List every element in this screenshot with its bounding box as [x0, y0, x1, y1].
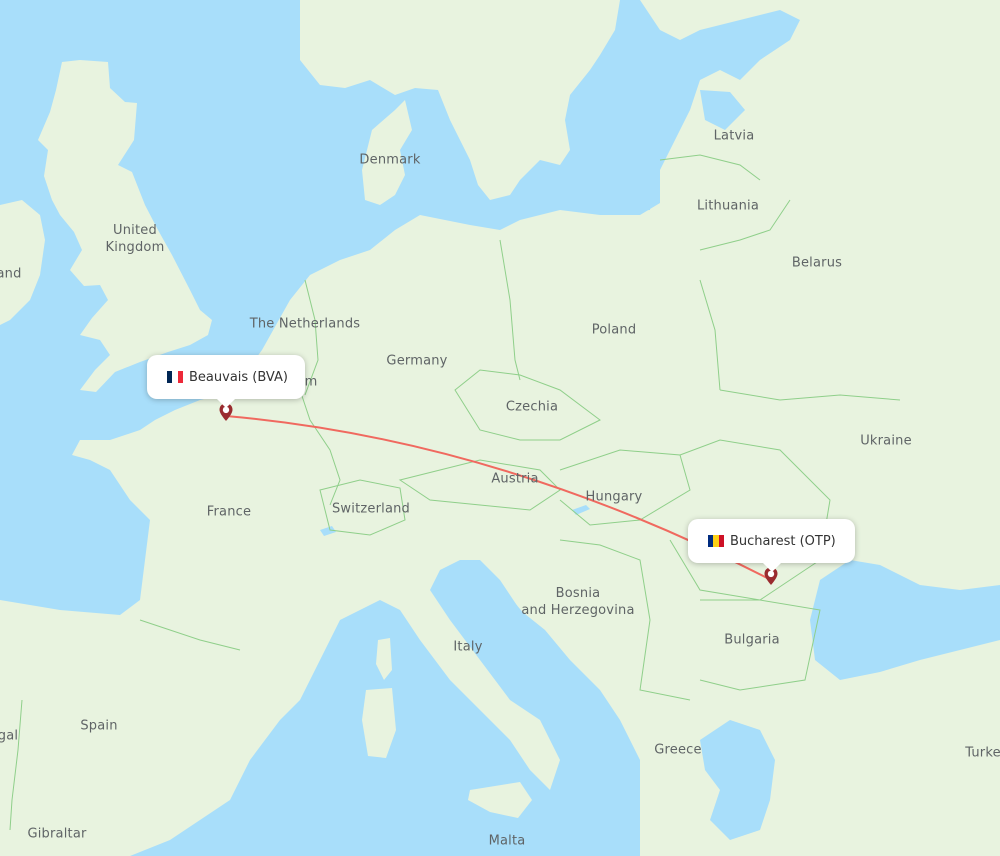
label-text: Switzerland: [331, 501, 411, 517]
country-label-czechia: Czechia: [506, 399, 558, 416]
country-label-denmark: Denmark: [359, 152, 420, 169]
country-label-bulgaria: Bulgaria: [724, 632, 780, 649]
label-text: Bulgaria: [724, 632, 780, 648]
country-label-lithuania: Lithuania: [697, 198, 759, 215]
country-label-the-netherlands: The Netherlands: [250, 316, 361, 333]
label-text: France: [206, 504, 252, 520]
label-text: Spain: [80, 718, 118, 734]
country-label-hungary: Hungary: [586, 489, 643, 506]
country-label-belarus: Belarus: [792, 255, 842, 272]
country-label-italy: Italy: [453, 639, 482, 656]
label-text: Denmark: [359, 152, 421, 168]
country-label-belgium: m: [305, 374, 318, 391]
label-text: Turke: [965, 745, 1000, 761]
country-label-united-kingdom: United Kingdom: [106, 222, 165, 256]
label-text: Poland: [591, 322, 637, 338]
label-text: Czechia: [505, 399, 559, 415]
country-label-poland: Poland: [592, 322, 637, 339]
country-label-austria: Austria: [491, 471, 538, 488]
country-label-portugal: gal: [0, 728, 18, 745]
label-text: Bosnia and Herzegovina: [521, 586, 635, 618]
country-label-latvia: Latvia: [714, 128, 755, 145]
country-label-spain: Spain: [80, 718, 117, 735]
label-text: Hungary: [585, 489, 643, 505]
label-text: Germany: [386, 353, 448, 369]
romania-flag-icon: [708, 535, 724, 547]
country-label-bosnia-and-herzegovina: Bosnia and Herzegovina: [521, 585, 634, 619]
country-label-germany: Germany: [386, 353, 447, 370]
label-text: Ukraine: [860, 433, 912, 449]
country-label-malta: Malta: [489, 833, 526, 850]
label-text: Latvia: [713, 128, 755, 144]
label-text: m: [304, 374, 318, 390]
destination-airport-label: Bucharest (OTP): [730, 533, 836, 549]
label-text: The Netherlands: [249, 316, 361, 332]
country-label-gibraltar: Gibraltar: [27, 826, 86, 843]
origin-airport-label: Beauvais (BVA): [189, 369, 288, 385]
country-label-france: France: [207, 504, 251, 521]
label-text: Greece: [654, 742, 702, 758]
destination-airport-callout[interactable]: Bucharest (OTP): [688, 519, 855, 572]
label-text: Gibraltar: [27, 826, 87, 842]
country-label-turkey: Turke: [965, 745, 1000, 762]
map-canvas[interactable]: [0, 0, 1000, 856]
label-text: Malta: [488, 833, 526, 849]
country-label-greece: Greece: [654, 742, 701, 759]
label-text: gal: [0, 728, 19, 744]
origin-airport-callout[interactable]: Beauvais (BVA): [147, 355, 305, 408]
label-text: and: [0, 266, 22, 282]
country-label-switzerland: Switzerland: [332, 501, 410, 518]
country-label-ireland: and: [0, 266, 22, 283]
france-flag-icon: [167, 371, 183, 383]
label-text: Belarus: [791, 255, 843, 271]
label-text: United Kingdom: [105, 223, 165, 255]
label-text: Italy: [453, 639, 483, 655]
label-text: Lithuania: [696, 198, 760, 214]
country-label-ukraine: Ukraine: [860, 433, 912, 450]
label-text: Austria: [491, 471, 539, 487]
